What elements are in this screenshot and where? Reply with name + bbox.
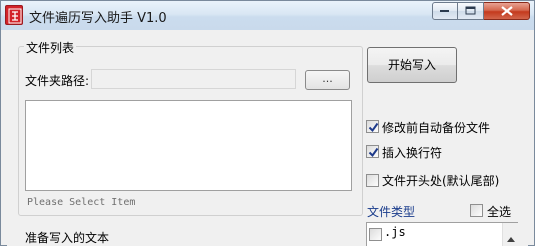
backup-label: 修改前自动备份文件 [382,121,491,135]
chevron-up-icon [507,237,515,242]
maximize-icon [465,6,475,15]
prepend-checkbox[interactable] [366,174,379,187]
minimize-icon [440,10,449,12]
newline-checkbox[interactable] [366,145,379,158]
app-seal-icon [5,5,23,25]
select-all-label: 全选 [487,205,512,219]
select-all-checkbox[interactable] [470,204,483,217]
file-listbox[interactable] [25,100,352,191]
file-types-title: 文件类型 [367,205,416,219]
file-list-group-title: 文件列表 [24,39,77,56]
maximize-button[interactable] [458,2,484,20]
check-icon [368,147,379,158]
close-icon [500,6,513,16]
folder-path-input[interactable] [91,69,296,89]
file-type-label: .js [384,225,406,239]
close-button[interactable] [484,2,530,20]
backup-checkbox[interactable] [366,120,379,133]
newline-label: 插入换行符 [382,146,443,160]
file-type-checkbox[interactable] [369,228,382,241]
folder-path-label: 文件夹路径: [25,74,90,88]
window-title: 文件遍历写入助手 V1.0 [29,11,167,26]
select-hint: Please Select Item [27,197,136,208]
check-icon [368,122,379,133]
prepend-label: 文件开头处(默认尾部) [382,174,500,188]
minimize-button[interactable] [432,2,458,20]
title-bar[interactable]: 文件遍历写入助手 V1.0 [1,1,534,30]
browse-button[interactable]: ... [305,70,350,90]
text-input-label: 准备写入的文本 [25,231,110,245]
list-scroll-up-button[interactable] [502,223,518,246]
start-write-button[interactable]: 开始写入 [367,47,457,83]
